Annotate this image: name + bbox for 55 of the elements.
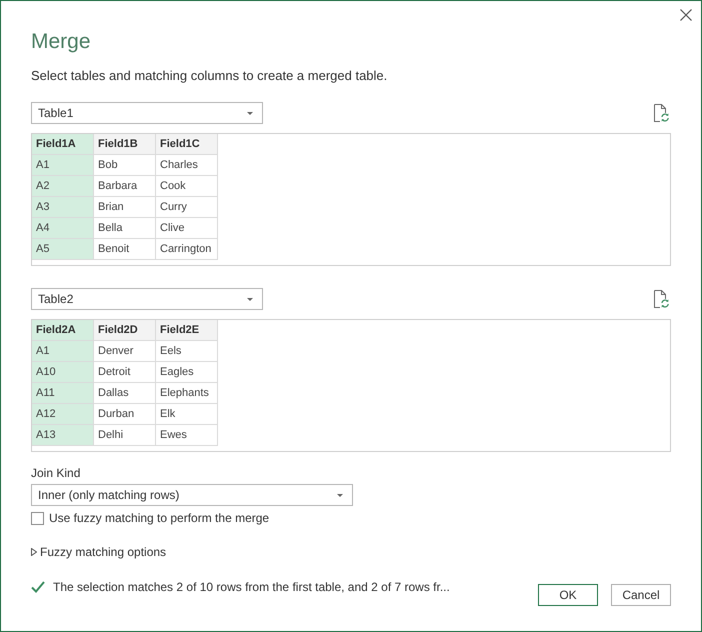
table-cell: A10 xyxy=(32,362,94,383)
table-cell: A4 xyxy=(32,218,94,239)
dialog-description: Select tables and matching columns to create a merged table. xyxy=(31,67,388,85)
table-cell: Charles xyxy=(156,155,218,176)
column-header[interactable]: Field1B xyxy=(94,134,156,155)
table-cell: Carrington xyxy=(156,239,218,260)
table-cell: Detroit xyxy=(94,362,156,383)
table-cell: Bella xyxy=(94,218,156,239)
table-cell: Elk xyxy=(156,404,218,425)
table-cell: A11 xyxy=(32,383,94,404)
table-cell: Brian xyxy=(94,197,156,218)
caret-icon xyxy=(247,112,253,114)
table-cell: Durban xyxy=(94,404,156,425)
table-cell: Dallas xyxy=(94,383,156,404)
table-cell: Curry xyxy=(156,197,218,218)
table-cell: A12 xyxy=(32,404,94,425)
refresh-document-icon[interactable] xyxy=(654,290,669,308)
column-header[interactable]: Field1C xyxy=(156,134,218,155)
table-cell: A2 xyxy=(32,176,94,197)
caret-icon xyxy=(337,494,343,496)
table-cell: Delhi xyxy=(94,425,156,446)
table-cell: A5 xyxy=(32,239,94,260)
table-cell: Cook xyxy=(156,176,218,197)
table-cell: Clive xyxy=(156,218,218,239)
dialog-button[interactable]: OK xyxy=(538,584,598,606)
table-cell: Eels xyxy=(156,341,218,362)
table-dropdown[interactable]: Table2 xyxy=(31,288,263,310)
table-cell: A3 xyxy=(32,197,94,218)
table-cell: Barbara xyxy=(94,176,156,197)
table-cell: Bob xyxy=(94,155,156,176)
table-cell: Elephants xyxy=(156,383,218,404)
column-header[interactable]: Field2E xyxy=(156,320,218,341)
table-cell: Benoit xyxy=(94,239,156,260)
fuzzy-matching-checkbox[interactable] xyxy=(31,512,44,524)
table-cell: A13 xyxy=(32,425,94,446)
column-header[interactable]: Field2A xyxy=(32,320,94,341)
column-header[interactable]: Field2D xyxy=(94,320,156,341)
match-status-text: The selection matches 2 of 10 rows from the first table, and 2 of 7 rows fr... xyxy=(53,579,450,595)
table-cell: A1 xyxy=(32,155,94,176)
table-cell: Eagles xyxy=(156,362,218,383)
table-cell: Denver xyxy=(94,341,156,362)
table-cell: A1 xyxy=(32,341,94,362)
table-dropdown[interactable]: Table1 xyxy=(31,102,263,124)
table-cell: Ewes xyxy=(156,425,218,446)
join-kind-dropdown[interactable]: Inner (only matching rows) xyxy=(31,484,353,506)
dialog-title: Merge xyxy=(31,30,91,54)
fuzzy-options-expander[interactable]: Fuzzy matching options xyxy=(31,544,166,560)
dialog-button[interactable]: Cancel xyxy=(611,584,671,606)
close-button[interactable] xyxy=(679,8,693,22)
column-header[interactable]: Field1A xyxy=(32,134,94,155)
refresh-document-icon[interactable] xyxy=(654,104,669,122)
close-icon xyxy=(680,9,692,21)
join-kind-label: Join Kind xyxy=(31,465,80,481)
fuzzy-matching-label[interactable]: Use fuzzy matching to perform the merge xyxy=(49,510,270,526)
caret-icon xyxy=(247,298,253,300)
